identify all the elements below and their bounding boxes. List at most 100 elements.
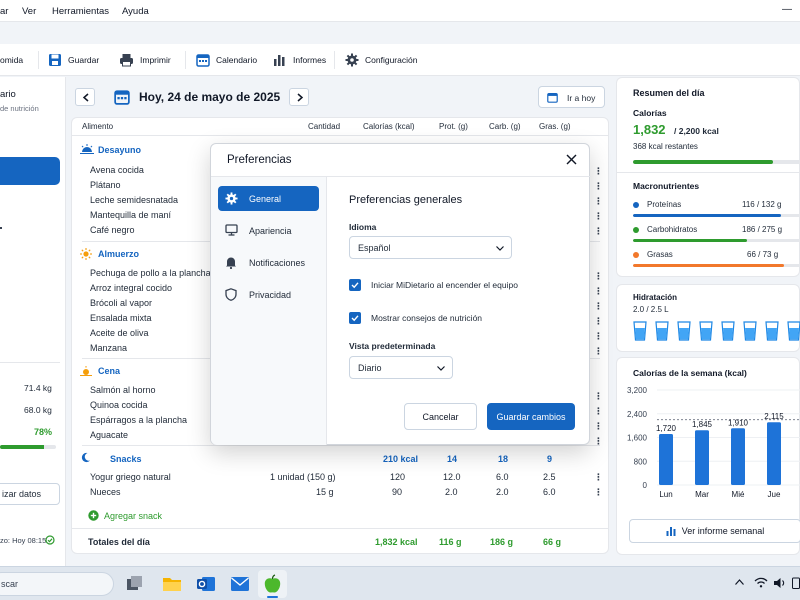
task-view-icon[interactable]	[126, 575, 144, 593]
next-day-button[interactable]	[289, 88, 309, 106]
weight-goal: 68.0 kg	[24, 405, 52, 415]
reports-button[interactable]: Informes	[273, 52, 326, 68]
add-snack-label: Agregar snack	[104, 511, 163, 521]
table-row[interactable]: Yogur griego natural 1 unidad (150 g) 12…	[72, 470, 608, 485]
bar[interactable]	[767, 422, 781, 485]
sync-button[interactable]: izar datos	[0, 483, 60, 505]
menu-ver[interactable]: Ver	[22, 6, 36, 17]
meal-name: Snacks	[110, 454, 142, 464]
meal-carb: 18	[498, 454, 509, 464]
settings-button[interactable]: Configuración	[345, 52, 417, 68]
food-prot: 2.0	[445, 487, 458, 497]
autostart-label: Iniciar MiDietario al encender el equipo	[371, 280, 518, 290]
food-cal: 90	[392, 487, 403, 497]
bar-value-label: 1,845	[692, 420, 713, 429]
nav-label: Notificaciones	[249, 258, 306, 268]
tips-checkbox[interactable]	[349, 312, 361, 324]
chevron-up-icon[interactable]	[735, 579, 744, 585]
water-glass-full-icon[interactable]	[655, 321, 669, 341]
toolbar-label: Calendario	[216, 55, 258, 65]
food-name: Ensalada mixta	[90, 313, 152, 323]
save-button[interactable]: Guardar	[48, 52, 99, 68]
taskbar-search[interactable]: scar	[0, 572, 114, 596]
outlook-icon[interactable]	[196, 574, 216, 594]
app-window: ar Ver Herramientas Ayuda — omida Guarda…	[0, 0, 800, 566]
cancel-button[interactable]: Cancelar	[404, 403, 477, 430]
y-tick-label: 2,400	[627, 410, 648, 419]
sidebar: ario de nutrición 71.4 kg 68.0 kg 78% iz…	[0, 77, 66, 566]
table-row[interactable]: Nueces 15 g 90 2.0 2.0 6.0 ⋮	[72, 485, 608, 500]
water-glass-full-icon[interactable]	[743, 321, 757, 341]
wifi-icon[interactable]	[754, 577, 768, 588]
mail-icon[interactable]	[230, 576, 250, 592]
print-button[interactable]: Imprimir	[119, 52, 171, 68]
water-glass-full-icon[interactable]	[677, 321, 691, 341]
x-tick-label: Mié	[732, 490, 745, 499]
food-name: Espárragos a la plancha	[90, 415, 188, 425]
more-icon[interactable]: ⋮	[594, 472, 603, 483]
hydration-card: Hidratación 2.0 / 2.5 L	[616, 284, 800, 352]
row-actions-column: ⋮ ⋮ ⋮ ⋮ ⋮ ⋮ ⋮ ⋮ ⋮ ⋮ ⋮ ⋮ ⋮ ⋮ ⋮	[594, 166, 603, 446]
autostart-checkbox[interactable]	[349, 279, 361, 291]
minimize-icon[interactable]: —	[782, 4, 792, 15]
midietario-taskbar-button[interactable]	[258, 570, 287, 598]
food-name: Café negro	[90, 225, 135, 235]
prev-day-button[interactable]	[75, 88, 95, 106]
menu-herramientas[interactable]: Herramientas	[52, 6, 109, 17]
food-fat: 2.5	[543, 472, 556, 482]
file-explorer-icon[interactable]	[162, 575, 182, 593]
macros-title: Macronutrientes	[633, 181, 700, 191]
more-icon[interactable]: ⋮	[594, 487, 603, 498]
water-glass-full-icon[interactable]	[699, 321, 713, 341]
calendar-icon	[196, 54, 210, 67]
food-name: Yogur griego natural	[90, 472, 171, 482]
food-name: Nueces	[90, 487, 121, 497]
weekly-report-button[interactable]: Ver informe semanal	[629, 519, 800, 543]
y-tick-label: 1,600	[627, 434, 648, 443]
default-view-select[interactable]: Diario	[349, 356, 453, 379]
save-changes-button[interactable]: Guardar cambios	[487, 403, 575, 430]
meal-name: Cena	[98, 366, 121, 376]
col-food: Alimento	[82, 122, 114, 131]
chevron-down-icon	[437, 366, 445, 371]
today-button[interactable]: Ir a hoy	[538, 86, 605, 108]
macro-dot	[633, 202, 639, 208]
water-glass-full-icon[interactable]	[721, 321, 735, 341]
nav-item-general[interactable]: General	[218, 186, 319, 211]
food-carb: 6.0	[496, 472, 509, 482]
calories-title: Calorías	[633, 108, 667, 118]
water-glass-full-icon[interactable]	[787, 321, 800, 341]
menu-archivo[interactable]: ar	[0, 6, 8, 17]
bar-value-label: 1,910	[728, 418, 749, 427]
close-icon[interactable]	[566, 154, 577, 165]
water-glass-full-icon[interactable]	[765, 321, 779, 341]
save-changes-label: Guardar cambios	[496, 411, 566, 422]
col-cal: Calorías (kcal)	[363, 122, 415, 131]
y-tick-label: 3,200	[627, 386, 648, 395]
water-glass-full-icon[interactable]	[633, 321, 647, 341]
bar[interactable]	[695, 430, 709, 485]
meal-prot: 14	[447, 454, 458, 464]
menu-ayuda[interactable]: Ayuda	[122, 6, 149, 17]
calories-progress-bar	[633, 160, 800, 164]
nav-item-appearance[interactable]: Apariencia	[218, 218, 319, 243]
bar[interactable]	[659, 433, 673, 485]
add-meal-button[interactable]: omida	[0, 52, 23, 68]
y-tick-label: 0	[643, 481, 648, 490]
speaker-icon[interactable]	[773, 577, 787, 589]
calendar-button[interactable]: Calendario	[196, 52, 257, 68]
col-fat: Gras. (g)	[539, 122, 571, 131]
macro-dot	[633, 227, 639, 233]
bar[interactable]	[731, 428, 745, 485]
nav-item-privacy[interactable]: Privacidad	[218, 282, 319, 307]
macro-bar	[633, 214, 800, 217]
totals-row: Totales del día 1,832 kcal 116 g 186 g 6…	[72, 535, 608, 550]
language-select[interactable]: Español	[349, 236, 512, 259]
battery-icon[interactable]	[792, 577, 800, 589]
chart-title: Calorías de la semana (kcal)	[633, 368, 747, 378]
food-name: Aguacate	[90, 430, 129, 440]
nav-item-notifications[interactable]: Notificaciones	[218, 250, 319, 275]
meal-header-snacks[interactable]: Snacks 210 kcal 14 18 9	[72, 452, 608, 467]
sidebar-item-diary[interactable]	[0, 157, 60, 185]
meal-name: Desayuno	[98, 145, 142, 155]
